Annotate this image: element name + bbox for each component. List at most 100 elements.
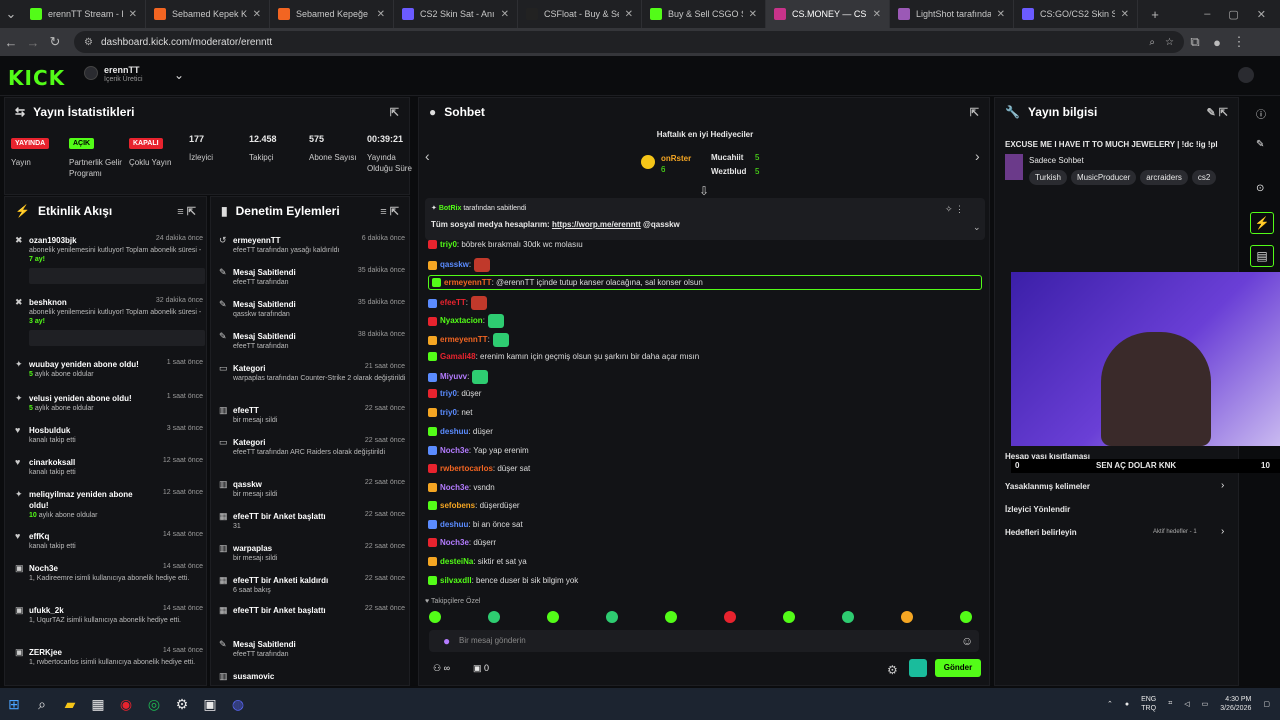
filter-icon[interactable]: ≡ ⇱ [177,205,196,218]
maximize-icon[interactable]: ▢ [1228,8,1238,21]
chat-username[interactable]: desteiNa [440,557,473,566]
chat-message[interactable]: efeeTT: [428,296,488,310]
message-input[interactable]: ● Bir mesaj gönderin ☺ [429,630,979,652]
tab-close-icon[interactable]: ✕ [991,9,1005,20]
chat-message[interactable]: triy0: düşer [428,389,481,399]
tab-close-icon[interactable]: ✕ [743,9,757,20]
pencil-icon[interactable]: ✎ [1256,139,1264,150]
chat-username[interactable]: ermeyennTT [440,335,488,344]
chat-username[interactable]: triy0 [440,240,457,249]
chat-message[interactable]: Noch3e: vsndn [428,483,495,493]
chevron-right-icon[interactable]: › [1221,526,1224,537]
send-button[interactable]: Gönder [935,659,981,677]
settings-goals[interactable]: Hedefleri belirleyin [1005,528,1077,537]
chat-username[interactable]: Nyaxtacion [440,316,483,325]
document-icon[interactable]: ▤ [1250,245,1274,267]
emote-icon[interactable] [488,611,500,623]
stream-tag[interactable]: cs2 [1191,170,1217,185]
emote-icon[interactable] [960,611,972,623]
chat-username[interactable]: Noch3e [440,538,469,547]
store-icon[interactable]: ▦ [84,690,112,718]
language-indicator[interactable]: ENG TRQ [1141,695,1156,713]
chat-message[interactable]: ermeyennTT: @erennTT içinde tutup kanser… [428,275,982,291]
extensions-icon[interactable]: ⧉ [1184,34,1206,50]
file-explorer-icon[interactable]: ▰ [56,690,84,718]
stream-tag[interactable]: arcraiders [1140,170,1188,185]
spotify-icon[interactable]: ◎ [140,690,168,718]
expand-icon[interactable]: ⇩ [699,184,709,198]
chat-message[interactable]: deshuu: düşer [428,427,493,437]
chat-message[interactable]: silvaxdll: bence duser bi sik bilgim yok [428,576,578,586]
emote-icon[interactable] [665,611,677,623]
chat-message[interactable]: Miyuvv: [428,370,489,384]
browser-tab[interactable]: erennTT Stream - Kic✕ [22,0,146,28]
zoom-icon[interactable]: ⌕ [1149,37,1155,48]
chat-message[interactable]: Nyaxtacion: [428,314,504,328]
user-menu-avatar[interactable] [1238,67,1254,83]
browser-tab[interactable]: CSFloat - Buy & Sell ✕ [518,0,642,28]
back-icon[interactable]: ← [0,35,22,50]
emote-icon[interactable] [842,611,854,623]
chevron-down-icon[interactable]: ⌄ [174,68,184,82]
chat-username[interactable]: deshuu [440,427,468,436]
chat-message[interactable]: rwbertocarlos: düşer sat [428,464,530,474]
mic-tray-icon[interactable]: ● [1125,701,1129,708]
chat-username[interactable]: Gamali48 [440,352,476,361]
emote-icon[interactable] [901,611,913,623]
browser-tab[interactable]: Buy & Sell CSGO Skin✕ [642,0,766,28]
edit-icon[interactable]: ✎ ⇱ [1207,106,1229,119]
unpin-icon[interactable]: ✧ ⋮ [945,204,964,215]
tab-close-icon[interactable]: ✕ [123,9,137,20]
chrome-icon[interactable]: ◉ [112,690,140,718]
chat-username[interactable]: silvaxdll [440,576,472,585]
popout-icon[interactable]: ⇱ [970,106,979,119]
tab-close-icon[interactable]: ✕ [619,9,633,20]
chat-username[interactable]: deshuu [440,520,468,529]
pinned-link[interactable]: https://worp.me/erenntt [552,220,641,229]
chat-username[interactable]: triy0 [440,389,457,398]
bot-icon[interactable] [909,659,927,677]
gifts-display[interactable]: ▣ 0 [473,663,489,674]
capture-icon[interactable]: ⊙ [1256,183,1264,194]
emote-icon[interactable] [724,611,736,623]
settings-gear-icon[interactable]: ⚙ [887,663,898,677]
minimize-icon[interactable]: – [1204,8,1210,21]
notification-icon[interactable]: ▢ [1263,700,1270,708]
chat-username[interactable]: Noch3e [440,483,469,492]
chat-username[interactable]: ermeyennTT [444,278,492,287]
stream-tag[interactable]: MusicProducer [1070,170,1137,185]
popout-icon[interactable]: ⇱ [390,106,399,119]
search-icon[interactable]: ⌕ [28,690,56,718]
settings-host[interactable]: İzleyici Yönlendir [1005,505,1070,514]
emoji-icon[interactable]: ☺ [961,634,973,648]
chat-message[interactable]: desteiNa: siktir et sat ya [428,557,527,567]
chat-message[interactable]: sefobens: düşerdüşer [428,501,520,511]
windows-start-icon[interactable]: ⊞ [0,690,28,718]
chat-message[interactable]: Noch3e: düşerr [428,538,496,548]
chat-message[interactable]: ermeyennTT: [428,333,509,347]
browser-tab[interactable]: LightShot tarafından ✕ [890,0,1014,28]
settings-banned-words[interactable]: Yasaklanmış kelimeler [1005,482,1090,491]
forward-icon[interactable]: → [22,35,44,50]
chat-message[interactable]: triy0: böbrek bırakmalı 30dk wc molasıu [428,240,583,250]
site-info-icon[interactable]: ⚙ [84,37,93,48]
stream-tag[interactable]: Turkish [1029,170,1067,185]
browser-tab[interactable]: CS.MONEY — CS:GO✕ [766,0,890,28]
chat-username[interactable]: Noch3e [440,446,469,455]
tab-close-icon[interactable]: ✕ [495,9,509,20]
battery-icon[interactable]: ▭ [1202,700,1209,708]
emote-icon[interactable] [783,611,795,623]
reload-icon[interactable]: ↻ [44,34,66,50]
chat-username[interactable]: Miyuvv [440,372,467,381]
chat-username[interactable]: triy0 [440,408,457,417]
browser-tab[interactable]: CS:GO/CS2 Skin Satın✕ [1014,0,1138,28]
channel-avatar[interactable] [84,66,98,80]
discord-icon[interactable]: ◍ [224,690,252,718]
chat-message[interactable]: Noch3e: Yap yap erenim [428,446,529,456]
browser-tab[interactable]: Sebamed Kepek Karşı✕ [146,0,270,28]
chat-message[interactable]: triy0: net [428,408,472,418]
tab-close-icon[interactable]: ✕ [247,9,261,20]
tab-search-icon[interactable]: ⌄ [0,6,22,22]
network-icon[interactable]: ⌗ [1168,700,1172,708]
new-tab-icon[interactable]: + [1144,7,1166,22]
